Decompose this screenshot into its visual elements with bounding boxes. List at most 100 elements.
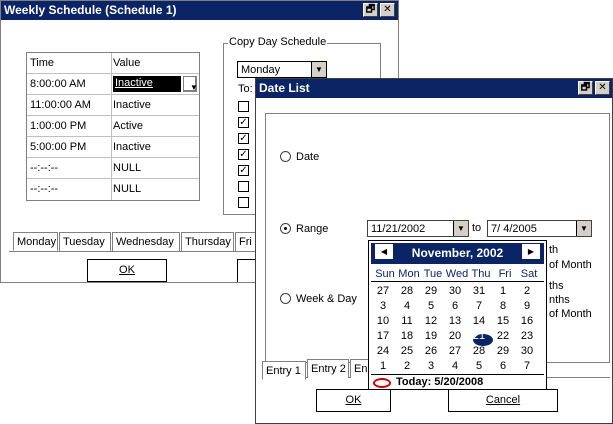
close-icon[interactable]: ✕ — [380, 3, 395, 17]
calendar-day[interactable]: 4 — [395, 299, 419, 314]
calendar-day[interactable]: 5 — [419, 299, 443, 314]
next-month-button[interactable]: ▶ — [522, 244, 540, 259]
to-label: To: — [238, 83, 253, 95]
value-editor-text: Inactive — [115, 77, 153, 89]
calendar-day[interactable]: 20 — [443, 329, 467, 344]
calendar-day[interactable]: 27 — [371, 284, 395, 299]
copy-day-checkbox[interactable]: ✓ — [238, 133, 249, 144]
calendar-day[interactable]: 4 — [443, 359, 467, 374]
calendar-day[interactable]: 6 — [491, 359, 515, 374]
calendar-day[interactable]: 30 — [443, 284, 467, 299]
today-separator — [371, 374, 544, 375]
tab-monday[interactable]: Monday — [13, 232, 58, 251]
calendar-day[interactable]: 7 — [515, 359, 539, 374]
calendar-day[interactable]: 17 — [371, 329, 395, 344]
calendar-day[interactable]: 21 — [467, 329, 491, 344]
calendar-day[interactable]: 28 — [467, 344, 491, 359]
close-icon[interactable]: ✕ — [595, 81, 610, 95]
table-row[interactable]: --:--:-- NULL — [27, 158, 199, 179]
table-row[interactable]: 1:00:00 PM Active — [27, 116, 199, 137]
weekday-label: Fri — [498, 268, 512, 280]
weekly-cancel-button-edge[interactable] — [237, 259, 257, 282]
time-column-header: Time — [30, 57, 55, 69]
calendar-day[interactable]: 29 — [491, 344, 515, 359]
range-to-label: to — [472, 222, 482, 234]
copy-day-checkbox[interactable] — [238, 101, 249, 112]
calendar-day[interactable]: 16 — [515, 314, 539, 329]
calendar-day[interactable]: 14 — [467, 314, 491, 329]
calendar-day[interactable]: 28 — [395, 284, 419, 299]
calendar-header: November, 2002 — [371, 243, 544, 264]
calendar-day[interactable]: 26 — [419, 344, 443, 359]
today-button[interactable]: Today: 5/20/2008 — [396, 376, 483, 388]
calendar-day[interactable]: 9 — [515, 299, 539, 314]
calendar-weekday-row: Sun Mon Tue Wed Thu Fri Sat — [371, 267, 544, 282]
tab-thursday[interactable]: Thursday — [181, 232, 234, 251]
calendar-day[interactable]: 19 — [419, 329, 443, 344]
chevron-down-icon: ▼ — [453, 221, 468, 236]
restore-icon[interactable]: 🗗 — [363, 3, 378, 17]
calendar-day[interactable]: 3 — [371, 299, 395, 314]
calendar-month-label: November, 2002 — [411, 246, 504, 260]
table-row[interactable]: 11:00:00 AM Inactive — [27, 95, 199, 116]
weekly-ok-button[interactable]: OK — [87, 259, 167, 282]
restore-icon[interactable]: 🗗 — [578, 81, 593, 95]
date-ok-button[interactable]: OK — [316, 389, 391, 412]
calendar-day[interactable]: 11 — [395, 314, 419, 329]
calendar-day[interactable]: 13 — [443, 314, 467, 329]
previous-month-button[interactable]: ◀ — [375, 244, 393, 259]
calendar-day[interactable]: 8 — [491, 299, 515, 314]
copy-day-select[interactable]: Monday ▼ — [237, 61, 327, 78]
range-radio[interactable] — [280, 223, 291, 234]
table-row[interactable]: 5:00:00 PM Inactive — [27, 137, 199, 158]
calendar-day[interactable]: 5 — [467, 359, 491, 374]
value-cell: Inactive — [113, 141, 151, 153]
calendar-day[interactable]: 6 — [443, 299, 467, 314]
side-text: th — [549, 244, 559, 256]
calendar-day[interactable]: 3 — [419, 359, 443, 374]
value-dropdown-button[interactable]: ▼ — [183, 76, 198, 92]
today-marker-icon — [373, 378, 391, 388]
date-list-title: Date List — [256, 79, 612, 98]
range-to-date[interactable]: 7/ 4/2005 ▼ — [487, 220, 592, 237]
table-row[interactable]: 8:00:00 AM Inactive ▼ — [27, 74, 199, 95]
tab-tuesday[interactable]: Tuesday — [59, 232, 111, 251]
calendar-day[interactable]: 1 — [491, 284, 515, 299]
tab-entry-1[interactable]: Entry 1 — [262, 361, 306, 380]
calendar-day[interactable]: 1 — [371, 359, 395, 374]
copy-day-checkbox[interactable] — [238, 197, 249, 208]
side-text: of Month — [549, 259, 592, 271]
calendar-day[interactable]: 18 — [395, 329, 419, 344]
copy-day-schedule-label: Copy Day Schedule — [228, 36, 328, 48]
date-cancel-button[interactable]: Cancel — [448, 389, 558, 412]
calendar-day[interactable]: 15 — [491, 314, 515, 329]
calendar-day[interactable]: 23 — [515, 329, 539, 344]
copy-day-checkbox[interactable]: ✓ — [238, 149, 249, 160]
calendar-day[interactable]: 7 — [467, 299, 491, 314]
tab-wednesday[interactable]: Wednesday — [112, 232, 180, 251]
calendar-day[interactable]: 10 — [371, 314, 395, 329]
calendar-day[interactable]: 29 — [419, 284, 443, 299]
date-radio[interactable] — [280, 151, 291, 162]
tab-entry-2[interactable]: Entry 2 — [307, 359, 349, 378]
week-day-radio[interactable] — [280, 293, 291, 304]
calendar-day[interactable]: 25 — [395, 344, 419, 359]
value-editor[interactable]: Inactive — [113, 76, 181, 92]
calendar-day[interactable]: 2 — [395, 359, 419, 374]
calendar-day[interactable]: 30 — [515, 344, 539, 359]
calendar-day[interactable]: 31 — [467, 284, 491, 299]
calendar-day[interactable]: 2 — [515, 284, 539, 299]
time-cell: 1:00:00 PM — [30, 120, 87, 132]
calendar-day[interactable]: 27 — [443, 344, 467, 359]
weekday-label: Sat — [520, 268, 538, 280]
copy-day-checkbox[interactable] — [238, 181, 249, 192]
arrow-right-icon: ▶ — [527, 247, 535, 256]
copy-day-checkbox[interactable]: ✓ — [238, 117, 249, 128]
calendar-day[interactable]: 22 — [491, 329, 515, 344]
range-from-date[interactable]: 11/21/2002 ▼ — [367, 220, 469, 237]
calendar-day[interactable]: 24 — [371, 344, 395, 359]
table-row[interactable]: --:--:-- NULL — [27, 179, 199, 200]
time-cell: 5:00:00 PM — [30, 141, 87, 153]
copy-day-checkbox[interactable]: ✓ — [238, 165, 249, 176]
calendar-day[interactable]: 12 — [419, 314, 443, 329]
